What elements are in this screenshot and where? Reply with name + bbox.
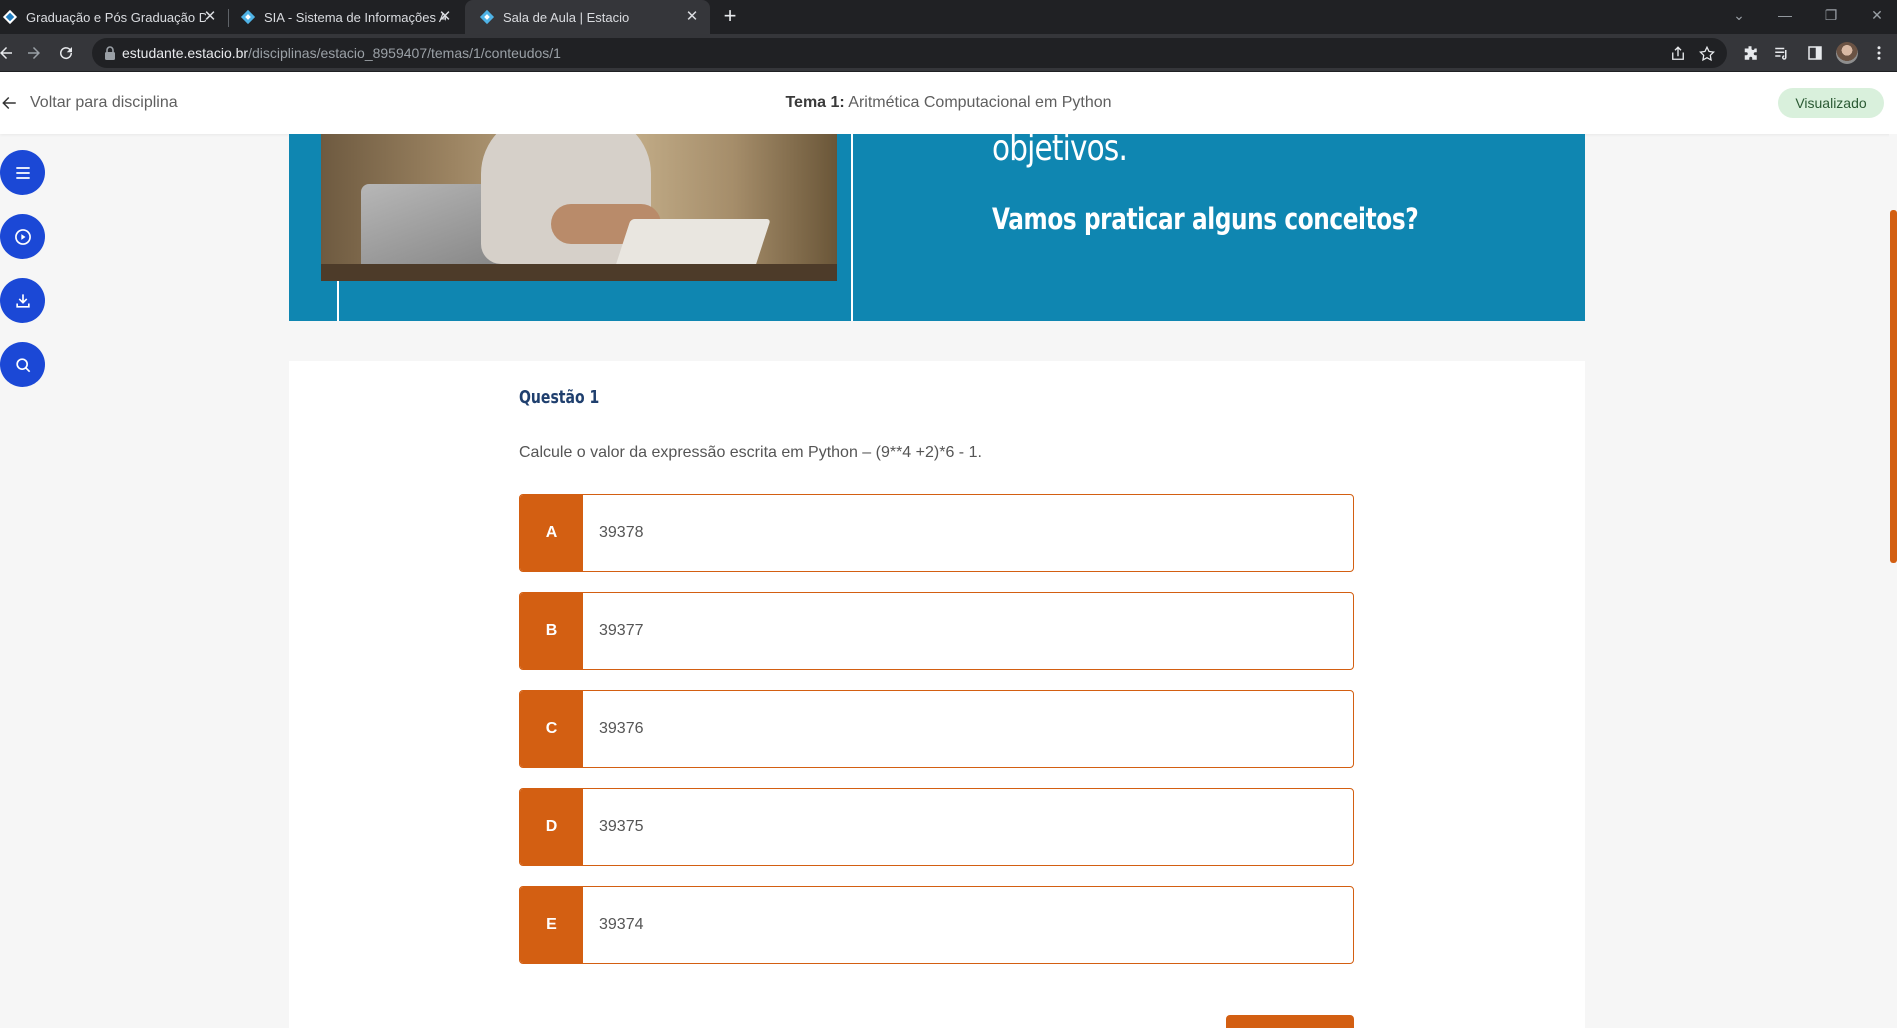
url-path: /disciplinas/estacio_8959407/temas/1/con… — [248, 45, 561, 61]
question-text: Calcule o valor da expressão escrita em … — [519, 444, 982, 461]
table-shape — [321, 264, 837, 281]
option-letter: A — [520, 495, 583, 571]
page-title: Tema 1: Aritmética Computacional em Pyth… — [0, 72, 1897, 134]
close-tab-icon[interactable]: ✕ — [684, 9, 700, 25]
tab-sala-de-aula[interactable]: Sala de Aula | Estacio ✕ — [465, 0, 710, 34]
url-host: estudante.estacio.br — [122, 45, 249, 61]
side-panel-icon[interactable] — [1806, 44, 1824, 62]
star-icon[interactable] — [1698, 45, 1716, 63]
page-header: Tema 1: Aritmética Computacional em Pyth… — [0, 72, 1897, 134]
option-b[interactable]: B 39377 — [519, 592, 1354, 670]
back-to-discipline-link[interactable]: Voltar para disciplina — [0, 72, 178, 134]
estacio-favicon-icon — [2, 9, 18, 25]
question-card: Questão 1 Calcule o valor da expressão e… — [289, 361, 1585, 1028]
option-c[interactable]: C 39376 — [519, 690, 1354, 768]
menu-button[interactable] — [0, 150, 45, 195]
more-menu-icon[interactable] — [1870, 44, 1888, 62]
tab-title: Graduação e Pós Graduação Digital — [26, 9, 206, 25]
tab-sia[interactable]: SIA - Sistema de Informações Acadêmicas … — [230, 0, 463, 34]
option-e[interactable]: E 39374 — [519, 886, 1354, 964]
option-value: 39375 — [599, 818, 644, 835]
browser-toolbar: estudante.estacio.br/disciplinas/estacio… — [0, 34, 1897, 72]
tab-separator — [228, 9, 229, 27]
option-letter: C — [520, 691, 583, 767]
download-button[interactable] — [0, 278, 45, 323]
banner-heading: objetivos. — [992, 134, 1128, 169]
option-value: 39376 — [599, 720, 644, 737]
tab-search-icon[interactable]: ⌄ — [1716, 0, 1762, 30]
close-tab-icon[interactable]: ✕ — [202, 9, 218, 25]
close-window-icon[interactable]: ✕ — [1854, 0, 1897, 30]
reading-list-icon[interactable] — [1773, 44, 1791, 62]
option-d[interactable]: D 39375 — [519, 788, 1354, 866]
back-arrow-icon[interactable] — [0, 41, 18, 65]
option-value: 39374 — [599, 916, 644, 933]
tab-title: Sala de Aula | Estacio — [503, 9, 630, 25]
new-tab-button[interactable]: + — [718, 5, 742, 29]
close-tab-icon[interactable]: ✕ — [437, 9, 453, 25]
submit-button[interactable] — [1226, 1015, 1354, 1028]
option-letter: E — [520, 887, 583, 963]
back-arrow-icon — [2, 97, 16, 109]
forward-arrow-icon[interactable] — [22, 41, 46, 65]
banner-subheading: Vamos praticar alguns conceitos? — [992, 202, 1419, 236]
option-value: 39377 — [599, 622, 644, 639]
download-icon — [15, 293, 30, 308]
option-value: 39378 — [599, 524, 644, 541]
question-title: Questão 1 — [519, 387, 600, 408]
reload-icon[interactable] — [54, 41, 78, 65]
estacio-favicon-icon — [240, 9, 256, 25]
menu-icon — [15, 166, 30, 179]
search-button[interactable] — [0, 342, 45, 387]
estacio-favicon-icon — [479, 9, 495, 25]
option-letter: D — [520, 789, 583, 865]
play-button[interactable] — [0, 214, 45, 259]
minimize-icon[interactable]: — — [1762, 0, 1808, 30]
content-banner: objetivos. Vamos praticar alguns conceit… — [289, 134, 1585, 321]
extensions-icon[interactable] — [1741, 44, 1759, 62]
tema-prefix: Tema 1: — [785, 94, 845, 111]
option-a[interactable]: A 39378 — [519, 494, 1354, 572]
banner-photo — [321, 134, 837, 281]
profile-avatar[interactable] — [1836, 42, 1858, 64]
tema-name: Aritmética Computacional em Python — [848, 94, 1112, 111]
play-icon — [14, 228, 31, 245]
search-icon — [15, 357, 30, 372]
status-badge: Visualizado — [1778, 88, 1884, 118]
option-letter: B — [520, 593, 583, 669]
tab-graduacao[interactable]: Graduação e Pós Graduação Digital ✕ — [0, 0, 228, 34]
tab-title: SIA - Sistema de Informações Acadêmicas — [264, 9, 446, 25]
url-text: estudante.estacio.br/disciplinas/estacio… — [122, 38, 561, 68]
scrollbar-thumb[interactable] — [1890, 210, 1897, 563]
address-bar[interactable]: estudante.estacio.br/disciplinas/estacio… — [92, 38, 1727, 68]
lock-icon[interactable] — [104, 46, 116, 60]
back-link-label: Voltar para disciplina — [30, 94, 178, 111]
share-icon[interactable] — [1669, 45, 1687, 63]
browser-tab-bar: Graduação e Pós Graduação Digital ✕ SIA … — [0, 0, 1897, 34]
restore-icon[interactable]: ❐ — [1808, 0, 1854, 30]
